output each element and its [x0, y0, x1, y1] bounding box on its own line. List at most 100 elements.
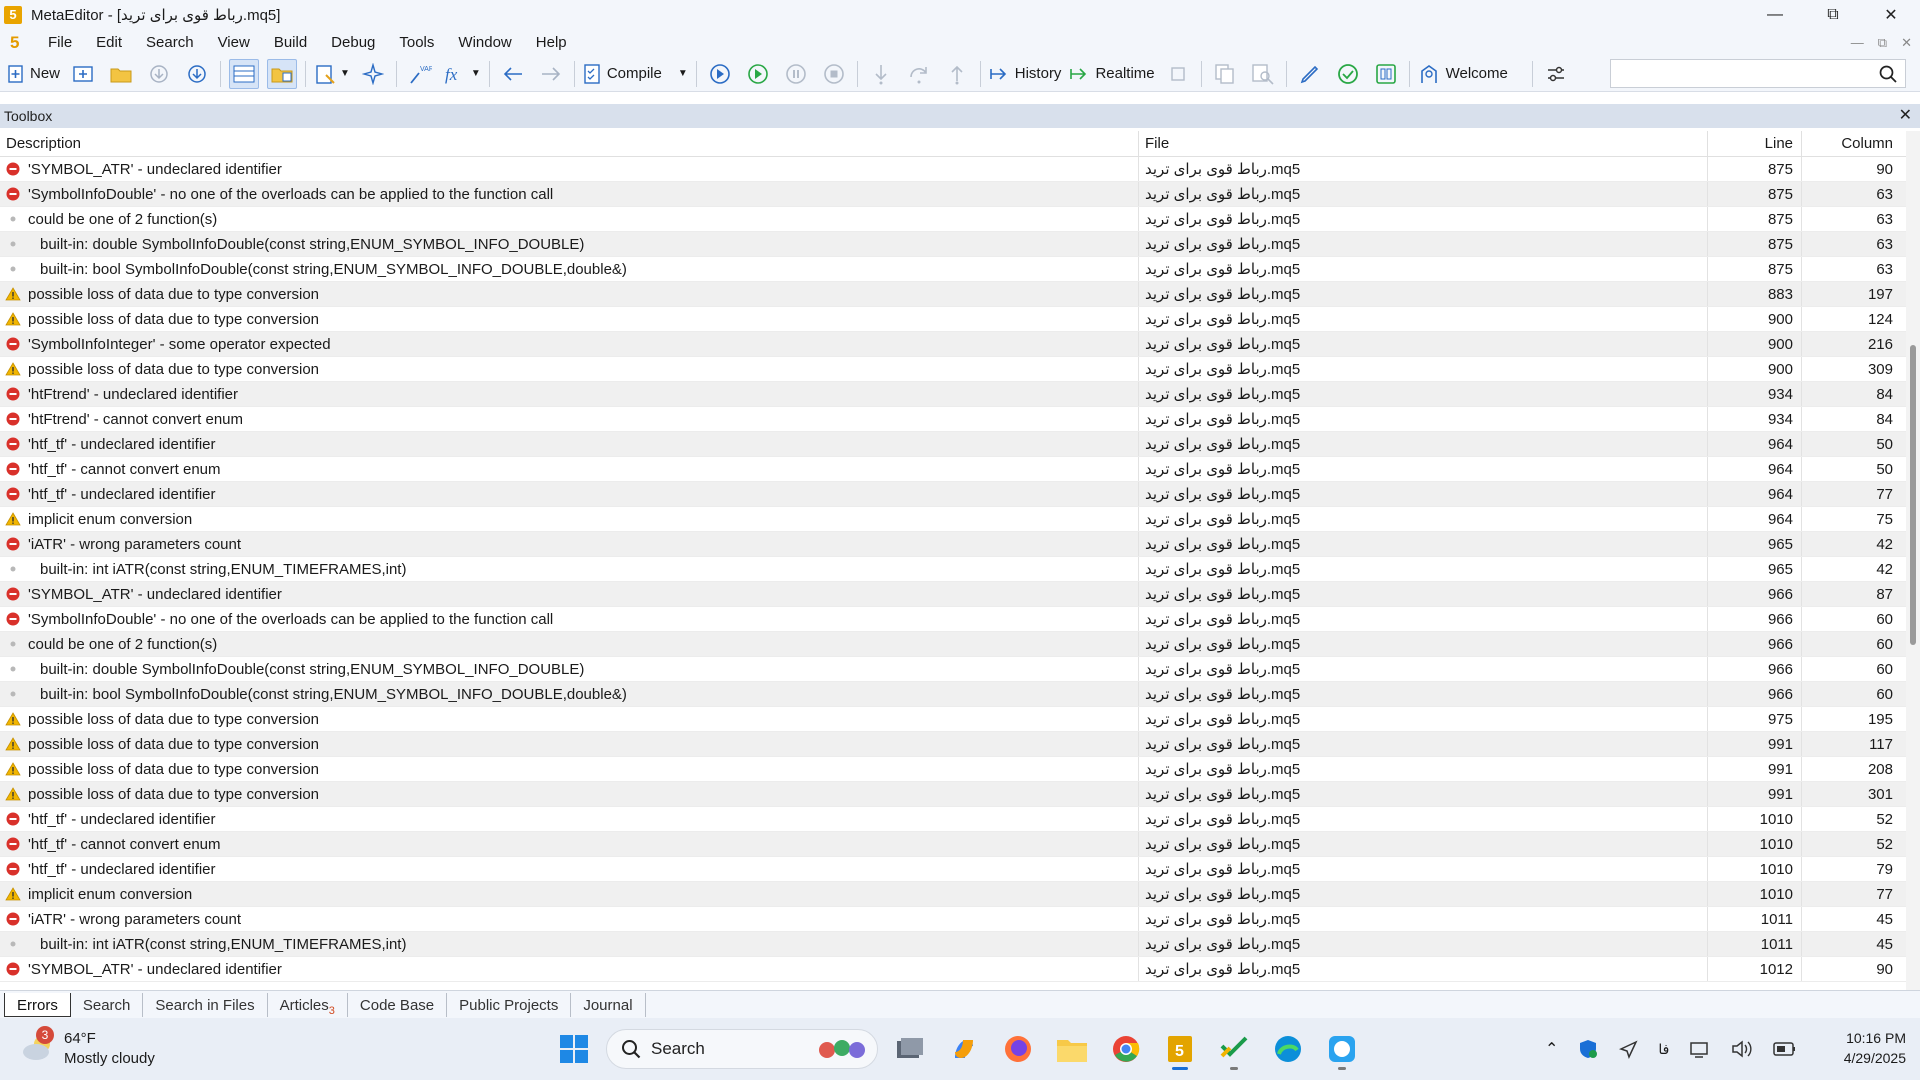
history-button[interactable]: History — [989, 59, 1061, 89]
weather-widget[interactable]: 3 64°F Mostly cloudy — [20, 1026, 180, 1072]
table-row[interactable]: possible loss of data due to type conver… — [0, 782, 1906, 807]
close-window-button[interactable]: ✕ — [1862, 0, 1920, 29]
table-row[interactable]: built-in: double SymbolInfoDouble(const … — [0, 232, 1906, 257]
start-button[interactable] — [552, 1027, 596, 1071]
restore-button[interactable]: ⧉ — [1804, 0, 1862, 29]
table-row[interactable]: could be one of 2 function(s) رباط قوی بر… — [0, 207, 1906, 232]
table-row[interactable]: built-in: int iATR(const string,ENUM_TIM… — [0, 932, 1906, 957]
tab-public-projects[interactable]: Public Projects — [447, 993, 572, 1017]
telegram-icon[interactable] — [1320, 1027, 1364, 1071]
realtime-button[interactable]: Realtime — [1069, 59, 1155, 89]
search-icon[interactable] — [1879, 65, 1897, 83]
table-row[interactable]: 'htf_tf' - undeclared identifier رباط قوی… — [0, 432, 1906, 457]
table-row[interactable]: could be one of 2 function(s) رباط قوی بر… — [0, 632, 1906, 657]
save-all-button[interactable] — [182, 59, 212, 89]
save-button[interactable] — [144, 59, 174, 89]
column-header-line[interactable]: Line — [1707, 131, 1801, 156]
tab-search[interactable]: Search — [71, 993, 144, 1017]
table-row[interactable]: possible loss of data due to type conver… — [0, 732, 1906, 757]
copy-button[interactable] — [1210, 59, 1240, 89]
menu-edit[interactable]: Edit — [96, 34, 122, 51]
table-row[interactable]: 'iATR' - wrong parameters count رباط قوی … — [0, 907, 1906, 932]
find-button[interactable] — [1248, 59, 1278, 89]
volume-icon[interactable] — [1731, 1039, 1753, 1059]
mdi-document-icon[interactable]: 5 — [10, 33, 24, 53]
location-arrow-icon[interactable] — [1618, 1039, 1638, 1059]
vertical-scrollbar[interactable] — [1906, 131, 1920, 990]
table-row[interactable]: built-in: int iATR(const string,ENUM_TIM… — [0, 557, 1906, 582]
start-real-button[interactable] — [743, 59, 773, 89]
menu-debug[interactable]: Debug — [331, 34, 375, 51]
toolbox-toggle-button[interactable] — [229, 58, 260, 89]
metaeditor-taskbar-icon[interactable]: 5 — [1158, 1027, 1202, 1071]
menu-view[interactable]: View — [218, 34, 250, 51]
chrome-icon[interactable] — [1104, 1027, 1148, 1071]
table-row[interactable]: 'htf_tf' - cannot convert enum رباط قوی ب… — [0, 457, 1906, 482]
table-row[interactable]: 'htf_tf' - undeclared identifier رباط قوی… — [0, 857, 1906, 882]
tab-code-base[interactable]: Code Base — [348, 993, 448, 1017]
mdi-restore-icon[interactable]: ⧉ — [1878, 35, 1887, 51]
network-icon[interactable] — [1689, 1039, 1711, 1059]
table-row[interactable]: possible loss of data due to type conver… — [0, 282, 1906, 307]
table-row[interactable]: possible loss of data due to type conver… — [0, 357, 1906, 382]
table-row[interactable]: 'SymbolInfoDouble' - no one of the overl… — [0, 182, 1906, 207]
navigator-toggle-button[interactable] — [267, 58, 298, 89]
table-row[interactable]: 'SymbolInfoInteger' - some operator expe… — [0, 332, 1906, 357]
tab-journal[interactable]: Journal — [571, 993, 646, 1017]
edge-icon[interactable] — [1266, 1027, 1310, 1071]
settings-button[interactable] — [1541, 59, 1571, 89]
profiler-button[interactable] — [1371, 59, 1401, 89]
forward-button[interactable] — [536, 59, 566, 89]
step-over-button[interactable] — [904, 59, 934, 89]
compile-dropdown-icon[interactable]: ▼ — [678, 68, 688, 79]
scrollbar-thumb[interactable] — [1910, 345, 1916, 645]
new-tab-button[interactable] — [68, 59, 98, 89]
column-header-column[interactable]: Column — [1801, 131, 1901, 156]
search-input[interactable] — [1610, 59, 1906, 88]
mdi-close-icon[interactable]: ✕ — [1901, 35, 1912, 51]
table-row[interactable]: 'htFtrend' - undeclared identifier رباط ق… — [0, 382, 1906, 407]
table-row[interactable]: possible loss of data due to type conver… — [0, 707, 1906, 732]
security-shield-icon[interactable] — [1578, 1038, 1598, 1060]
menu-build[interactable]: Build — [274, 34, 307, 51]
insert-function-button[interactable]: fx ▼ — [443, 59, 481, 89]
table-row[interactable]: built-in: double SymbolInfoDouble(const … — [0, 657, 1906, 682]
table-row[interactable]: 'SymbolInfoDouble' - no one of the overl… — [0, 607, 1906, 632]
menu-file[interactable]: File — [48, 34, 72, 51]
compile-button[interactable]: Compile ▼ — [583, 59, 688, 89]
column-header-file[interactable]: File — [1138, 131, 1707, 156]
table-row[interactable]: built-in: bool SymbolInfoDouble(const st… — [0, 257, 1906, 282]
tab-errors[interactable]: Errors — [4, 993, 71, 1017]
table-row[interactable]: 'htf_tf' - undeclared identifier رباط قوی… — [0, 482, 1906, 507]
taskbar-search-box[interactable]: Search — [606, 1029, 878, 1069]
toolbox-close-icon[interactable]: ✕ — [1899, 105, 1912, 125]
back-button[interactable] — [498, 59, 528, 89]
firefox-icon[interactable] — [996, 1027, 1040, 1071]
stop-button[interactable] — [819, 59, 849, 89]
chevron-up-icon[interactable]: ⌃ — [1545, 1039, 1558, 1059]
table-row[interactable]: 'htFtrend' - cannot convert enum رباط قوی… — [0, 407, 1906, 432]
menu-help[interactable]: Help — [536, 34, 567, 51]
step-out-button[interactable] — [942, 59, 972, 89]
styler-button[interactable]: ▼ — [314, 59, 350, 89]
table-row[interactable]: possible loss of data due to type conver… — [0, 757, 1906, 782]
start-debug-button[interactable] — [705, 59, 735, 89]
copilot-icon[interactable] — [942, 1027, 986, 1071]
metatrader-icon[interactable] — [1212, 1027, 1256, 1071]
table-row[interactable]: 'SYMBOL_ATR' - undeclared identifier رباط… — [0, 157, 1906, 182]
column-header-description[interactable]: Description — [0, 135, 1138, 152]
stop-testing-button[interactable] — [1163, 59, 1193, 89]
tab-search-in-files[interactable]: Search in Files — [143, 993, 268, 1017]
mdi-minimize-icon[interactable]: — — [1851, 35, 1864, 50]
input-language-indicator[interactable]: فا — [1658, 1041, 1669, 1058]
insert-variable-button[interactable]: VAR — [405, 59, 435, 89]
ai-assistant-button[interactable] — [358, 59, 388, 89]
table-row[interactable]: 'htf_tf' - cannot convert enum رباط قوی ب… — [0, 832, 1906, 857]
table-row[interactable]: 'SYMBOL_ATR' - undeclared identifier رباط… — [0, 957, 1906, 982]
tab-articles[interactable]: Articles3 — [268, 993, 348, 1017]
new-button[interactable]: New — [8, 59, 60, 89]
battery-icon[interactable] — [1773, 1041, 1797, 1057]
table-row[interactable]: 'htf_tf' - undeclared identifier رباط قوی… — [0, 807, 1906, 832]
table-row[interactable]: possible loss of data due to type conver… — [0, 307, 1906, 332]
system-clock[interactable]: 10:16 PM 4/29/2025 — [1844, 1028, 1906, 1068]
